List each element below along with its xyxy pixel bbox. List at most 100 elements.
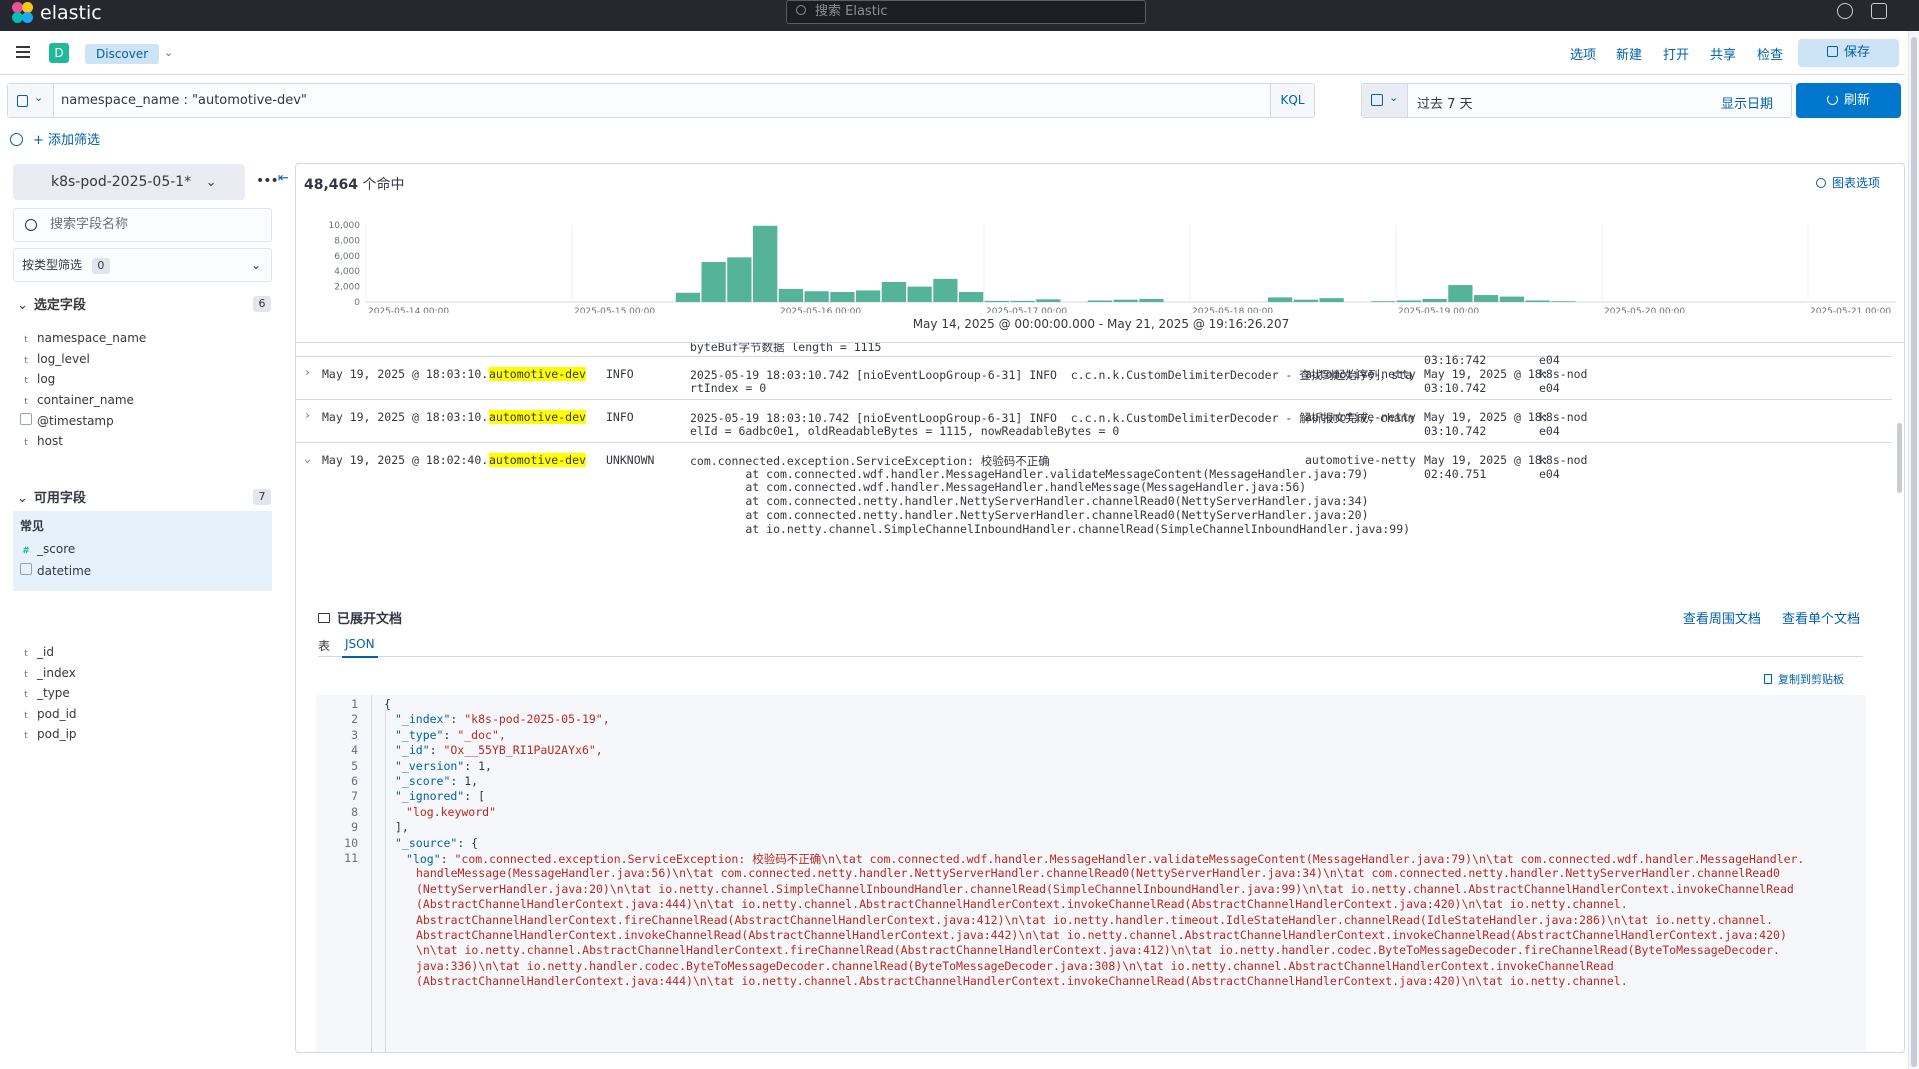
collapse-sidebar-icon[interactable]: ⇤ — [278, 171, 289, 186]
field-item[interactable]: t log_level — [20, 352, 90, 367]
histogram-bar[interactable] — [881, 281, 906, 302]
histogram-bar[interactable] — [1422, 298, 1447, 302]
view-single-link[interactable]: 查看单个文档 — [1782, 612, 1860, 627]
field-item[interactable]: t pod_id — [20, 707, 76, 722]
y-tick-label: 0 — [354, 298, 360, 308]
index-pattern-selector[interactable]: k8s-pod-2025-05-1* ⌄ — [13, 164, 245, 200]
table-scrollbar[interactable] — [1897, 423, 1902, 493]
new-link[interactable]: 新建 — [1616, 44, 1642, 63]
saved-query-button[interactable]: ⌄ — [8, 84, 54, 117]
field-item[interactable]: t namespace_name — [20, 331, 146, 346]
field-item[interactable]: t pod_ip — [20, 727, 76, 742]
table-row[interactable]: byteBuf字节数据 length = 1115 03:16:742 e04 — [296, 343, 1892, 367]
field-search-input[interactable]: 搜索字段名称 — [13, 208, 272, 242]
filter-options-icon[interactable] — [10, 133, 23, 146]
field-item[interactable]: # _score — [20, 542, 75, 557]
histogram-bar[interactable] — [753, 225, 778, 302]
refresh-button[interactable]: 刷新 — [1796, 83, 1901, 118]
menu-toggle-icon[interactable] — [16, 46, 30, 58]
histogram-bar[interactable] — [1396, 300, 1421, 302]
histogram-bar[interactable] — [1474, 295, 1499, 302]
field-item[interactable]: t host — [20, 434, 63, 449]
histogram-bar[interactable] — [1010, 300, 1035, 302]
save-button[interactable]: 保存 — [1798, 39, 1899, 67]
help-icon[interactable] — [1837, 3, 1853, 19]
date-range-text[interactable]: 过去 7 天 — [1417, 93, 1473, 112]
histogram-bar[interactable] — [959, 291, 984, 302]
quick-menu-button[interactable]: ⌄ — [1362, 84, 1408, 117]
line-number: 8 — [351, 804, 358, 819]
selected-fields-header[interactable]: ⌄ 选定字段 — [17, 294, 86, 313]
view-surrounding-link[interactable]: 查看周围文档 — [1683, 612, 1761, 627]
histogram-bar[interactable] — [1499, 296, 1524, 302]
histogram-bar[interactable] — [1371, 301, 1396, 302]
histogram-bar[interactable] — [907, 286, 932, 302]
histogram-bar[interactable] — [1319, 298, 1344, 302]
histogram-bar[interactable] — [804, 291, 829, 302]
page-scrollbar[interactable] — [1908, 31, 1919, 1069]
chevron-down-icon[interactable]: ⌄ — [304, 451, 311, 465]
histogram-bar[interactable] — [933, 278, 958, 302]
share-link[interactable]: 共享 — [1710, 44, 1736, 63]
histogram-bar[interactable] — [830, 291, 855, 302]
chart-options-button[interactable]: 图表选项 — [1815, 174, 1880, 191]
histogram-bar[interactable] — [727, 257, 752, 302]
global-search-input[interactable]: 搜索 Elastic — [786, 0, 1146, 24]
type-filter-button[interactable]: 按类型筛选 0 ⌄ — [13, 248, 272, 282]
logo-text: elastic — [40, 2, 102, 24]
tab-table[interactable]: 表 — [318, 637, 330, 654]
open-link[interactable]: 打开 — [1663, 44, 1689, 63]
histogram-bar[interactable] — [701, 261, 726, 302]
kql-toggle[interactable]: KQL — [1270, 84, 1314, 117]
copy-to-clipboard-button[interactable]: 复制到剪贴板 — [1764, 671, 1844, 687]
breadcrumb-discover[interactable]: Discover — [85, 44, 160, 64]
space-avatar[interactable]: D — [49, 43, 69, 63]
table-row[interactable]: › May 19, 2025 @ 18:03:10.742 automotive-d… — [296, 357, 1892, 400]
add-filter-link[interactable]: + 添加筛选 — [33, 133, 100, 148]
more-options-icon[interactable]: ••• — [256, 173, 279, 189]
histogram-bar[interactable] — [1293, 299, 1318, 302]
table-row[interactable]: ⌄ May 19, 2025 @ 18:02:40.751 automotive-d… — [296, 443, 1892, 587]
tab-json[interactable]: JSON — [342, 637, 378, 658]
cell-host: k8s-nod — [1539, 453, 1588, 467]
table-row[interactable]: › May 19, 2025 @ 18:03:10.742 automotive-d… — [296, 400, 1892, 443]
chevron-down-icon[interactable]: ⌄ — [164, 46, 173, 59]
histogram-bar[interactable] — [984, 300, 1009, 302]
histogram-bar[interactable] — [856, 290, 881, 302]
field-item[interactable]: @timestamp — [20, 413, 114, 428]
code-line-wrap: \n\tat io.netty.channel.AbstractChannelH… — [416, 943, 1780, 958]
saved-query-icon — [17, 95, 28, 107]
options-link[interactable]: 选项 — [1570, 44, 1596, 63]
histogram-bar[interactable] — [1448, 285, 1473, 302]
available-fields-header[interactable]: ⌄ 可用字段 — [17, 487, 86, 506]
show-dates-link[interactable]: 显示日期 — [1721, 93, 1773, 112]
histogram-bar[interactable] — [1551, 301, 1576, 302]
histogram-bar[interactable] — [1036, 299, 1061, 302]
elastic-logo[interactable]: elastic — [12, 2, 102, 24]
field-item[interactable]: t _index — [20, 666, 76, 681]
json-value: "Ox__55YB_RI1PaU2AYx6", — [443, 743, 603, 758]
histogram-bar[interactable] — [1268, 297, 1293, 302]
histogram-bar[interactable] — [1113, 299, 1138, 302]
field-item[interactable]: datetime — [20, 562, 91, 578]
user-icon[interactable] — [1871, 3, 1887, 19]
chevron-down-icon: ⌄ — [17, 298, 28, 313]
field-item[interactable]: t _type — [20, 686, 70, 701]
search-icon — [796, 5, 806, 15]
field-item[interactable]: t container_name — [20, 393, 134, 408]
histogram-bar[interactable] — [675, 292, 700, 302]
query-input[interactable]: namespace_name : "automotive-dev" — [61, 93, 307, 108]
histogram-bar[interactable] — [1087, 300, 1112, 302]
cell-time: May 19, 2025 @ 18:03:10.742 — [322, 367, 509, 381]
inspect-link[interactable]: 检查 — [1757, 44, 1783, 63]
field-item[interactable]: t log — [20, 372, 55, 387]
histogram-bar[interactable] — [778, 288, 803, 302]
histogram-chart[interactable]: 10,000 8,000 6,000 4,000 2,000 0 2025-05-14 00… — [306, 208, 1896, 313]
cell-log-line: at com.connected.wdf.handler.MessageHand… — [690, 480, 1307, 495]
histogram-bar[interactable] — [1525, 300, 1550, 302]
chevron-right-icon[interactable]: › — [304, 408, 311, 422]
json-code-block[interactable]: 1 {2 "_index": "k8s-pod-2025-05-19", 3 "_typ… — [316, 695, 1866, 1052]
chevron-right-icon[interactable]: › — [304, 365, 311, 379]
field-item[interactable]: t _id — [20, 645, 54, 660]
histogram-bar[interactable] — [1139, 298, 1164, 302]
